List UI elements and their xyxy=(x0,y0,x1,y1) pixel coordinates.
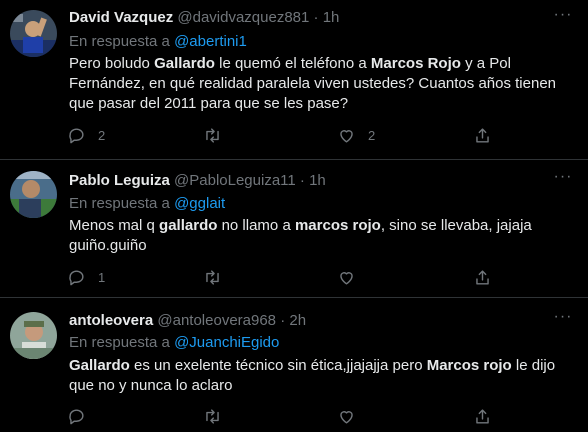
reply-button[interactable]: 1 xyxy=(67,266,105,288)
user-handle[interactable]: @davidvazquez881 xyxy=(177,9,309,26)
timestamp[interactable]: 1h xyxy=(309,172,326,189)
display-name[interactable]: Pablo Leguiza xyxy=(69,172,170,189)
tweet-header: antoleovera @antoleovera968 · 2h xyxy=(69,310,306,332)
share-button[interactable] xyxy=(473,266,492,288)
tweet[interactable]: Pablo Leguiza @PabloLeguiza11 · 1h ··· E… xyxy=(0,160,588,298)
reply-count: 1 xyxy=(98,269,106,285)
reply-context: En respuesta a @JuanchiEgido xyxy=(69,333,279,353)
reply-button[interactable] xyxy=(67,405,98,427)
retweet-icon xyxy=(206,127,219,143)
text-segment: es un exelente técnico sin ética,jjajajj… xyxy=(129,357,427,374)
reply-button[interactable]: 2 xyxy=(67,124,105,146)
user-handle[interactable]: @antoleovera968 xyxy=(157,312,276,329)
tweet-header: Pablo Leguiza @PabloLeguiza11 · 1h xyxy=(69,170,326,192)
tweet-text: Gallardo es un exelente técnico sin étic… xyxy=(69,356,574,396)
reply-context: En respuesta a @abertini1 xyxy=(69,32,247,52)
highlighted-keyword: Gallardo xyxy=(69,357,130,374)
text-segment: no llamo a xyxy=(217,217,295,234)
display-name[interactable]: antoleovera xyxy=(69,312,153,329)
avatar-image xyxy=(10,171,57,218)
avatar[interactable] xyxy=(10,10,57,57)
more-options-icon[interactable]: ··· xyxy=(552,309,574,332)
tweet-actions: 2 2 xyxy=(67,124,497,146)
separator-dot: · xyxy=(280,312,286,329)
retweet-button[interactable] xyxy=(203,266,234,288)
reply-mention[interactable]: @gglait xyxy=(174,195,225,212)
reply-context: En respuesta a @gglait xyxy=(69,194,225,214)
share-icon xyxy=(476,127,489,143)
tweet-feed: David Vazquez @davidvazquez881 · 1h ··· … xyxy=(0,0,588,432)
timestamp[interactable]: 2h xyxy=(289,312,306,329)
tweet[interactable]: David Vazquez @davidvazquez881 · 1h ··· … xyxy=(0,0,588,160)
text-segment: Pero boludo xyxy=(69,55,155,72)
share-icon xyxy=(476,269,489,285)
highlighted-keyword: Marcos Rojo xyxy=(370,55,461,72)
reply-icon xyxy=(69,269,84,285)
avatar-image xyxy=(10,312,57,359)
reply-count: 2 xyxy=(98,127,106,143)
user-handle[interactable]: @PabloLeguiza11 xyxy=(174,172,296,189)
retweet-icon xyxy=(206,408,219,424)
separator-dot: · xyxy=(313,9,319,26)
tweet-text: Pero boludo Gallardo le quemó el teléfon… xyxy=(69,54,574,114)
highlighted-keyword: gallardo xyxy=(159,217,218,234)
highlighted-keyword: Gallardo xyxy=(154,55,215,72)
retweet-icon xyxy=(206,269,219,285)
text-segment: le quemó el teléfono a xyxy=(214,55,371,72)
heart-icon xyxy=(340,410,353,424)
display-name[interactable]: David Vazquez xyxy=(69,9,173,26)
reply-prefix: En respuesta a xyxy=(69,33,170,50)
avatar[interactable] xyxy=(10,171,57,218)
tweet-actions xyxy=(67,405,497,427)
reply-icon xyxy=(69,408,84,424)
tweet-header: David Vazquez @davidvazquez881 · 1h xyxy=(69,7,339,29)
like-count: 2 xyxy=(368,127,376,143)
like-button[interactable] xyxy=(337,405,368,427)
reply-prefix: En respuesta a xyxy=(69,334,170,351)
like-button[interactable] xyxy=(337,266,368,288)
like-button[interactable]: 2 xyxy=(337,124,375,146)
avatar[interactable] xyxy=(10,312,57,359)
share-button[interactable] xyxy=(473,405,492,427)
heart-icon xyxy=(340,271,353,285)
more-options-icon[interactable]: ··· xyxy=(552,169,574,192)
more-options-icon[interactable]: ··· xyxy=(552,7,574,30)
tweet-actions: 1 xyxy=(67,266,497,288)
text-segment: Menos mal q xyxy=(69,217,160,234)
reply-icon xyxy=(69,127,84,143)
tweet-text: Menos mal q gallardo no llamo a marcos r… xyxy=(69,216,574,256)
reply-mention[interactable]: @JuanchiEgido xyxy=(174,334,279,351)
timestamp[interactable]: 1h xyxy=(323,9,340,26)
retweet-button[interactable] xyxy=(203,405,234,427)
highlighted-keyword: marcos rojo xyxy=(294,217,381,234)
share-button[interactable] xyxy=(473,124,492,146)
reply-mention[interactable]: @abertini1 xyxy=(174,33,247,50)
retweet-button[interactable] xyxy=(203,124,234,146)
share-icon xyxy=(476,408,489,424)
reply-prefix: En respuesta a xyxy=(69,195,170,212)
tweet[interactable]: antoleovera @antoleovera968 · 2h ··· En … xyxy=(0,298,588,432)
separator-dot: · xyxy=(299,172,305,189)
avatar-image xyxy=(10,10,57,57)
highlighted-keyword: Marcos rojo xyxy=(426,357,512,374)
heart-icon xyxy=(340,129,353,143)
